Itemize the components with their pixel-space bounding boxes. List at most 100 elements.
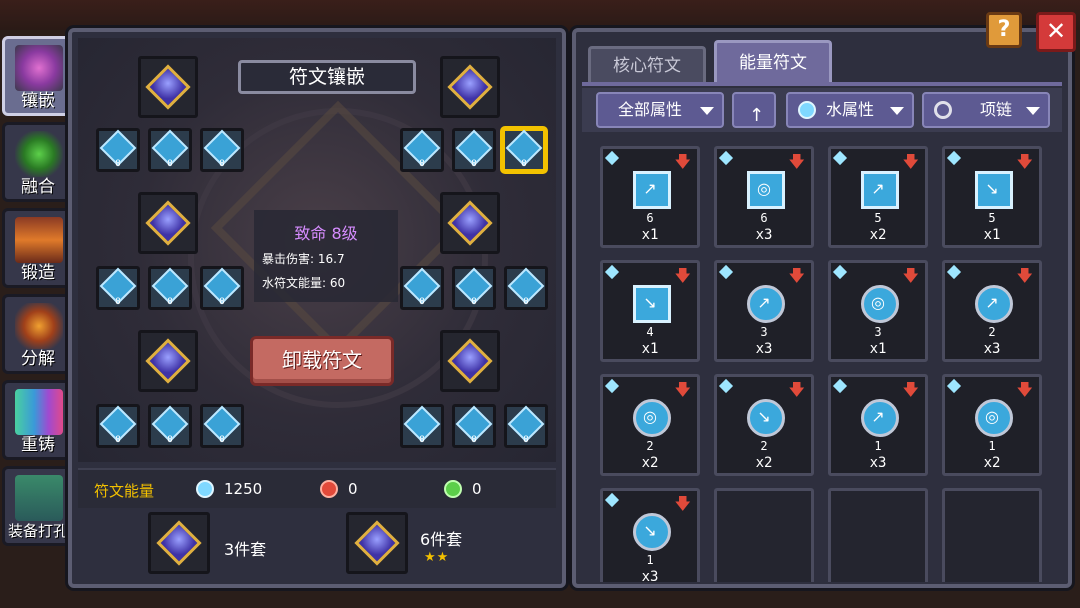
star-icon: ★★ — [424, 550, 450, 565]
forge-icon — [15, 217, 63, 263]
rune-slot[interactable]: 8 — [504, 404, 548, 448]
rune-item[interactable]: 🡇 ↘ 2 x2 — [714, 374, 814, 476]
rune-level: 8 — [115, 297, 121, 307]
nav-item-label: 装备打孔 — [7, 522, 68, 540]
close-button[interactable]: ✕ — [1036, 12, 1076, 52]
rune-stat-water-energy: 水符文能量: 60 — [262, 276, 346, 290]
nav-item-forge[interactable]: 锻造 — [2, 208, 74, 288]
rune-slot[interactable]: 8 — [400, 404, 444, 448]
arrow-down-icon: 🡇 — [1016, 266, 1033, 285]
gem-slot[interactable] — [440, 330, 500, 392]
nav-item-fusion[interactable]: 融合 — [2, 122, 74, 202]
rune-item[interactable]: 🡇 ↘ 1 x3 — [600, 488, 700, 582]
unload-rune-button[interactable]: 卸载符文 — [250, 336, 394, 386]
nav-item-decompose[interactable]: 分解 — [2, 294, 74, 374]
rune-symbol: ◎ — [757, 179, 771, 198]
arrow-down-icon: 🡇 — [674, 266, 691, 285]
rune-item[interactable]: 🡇 ↗ 5 x2 — [828, 146, 928, 248]
gem-slot[interactable] — [440, 56, 500, 118]
water-element-icon — [604, 492, 620, 508]
fire-energy-value: 0 — [348, 480, 358, 498]
rune-item[interactable]: 🡇 ◎ 3 x1 — [828, 260, 928, 362]
rune-item[interactable]: 🡇 ↗ 2 x3 — [942, 260, 1042, 362]
rune-slot[interactable]: 8 — [148, 128, 192, 172]
rune-slot-selected[interactable]: 8 — [502, 128, 546, 172]
rune-symbol: ↗ — [643, 179, 657, 198]
rune-slot[interactable]: 8 — [200, 404, 244, 448]
gem-slot[interactable] — [440, 192, 500, 254]
inlay-title: 符文镶嵌 — [238, 60, 416, 94]
filter-bar: 全部属性 ↑ 水属性 项链 — [582, 88, 1062, 132]
empty-rune-cell — [942, 488, 1042, 582]
rune-level: 6 — [646, 211, 654, 225]
empty-rune-cell — [714, 488, 814, 582]
rune-slot[interactable]: 8 — [148, 266, 192, 310]
gem-slot[interactable] — [138, 56, 198, 118]
water-element-icon — [832, 378, 848, 394]
rune-symbol: ↘ — [985, 179, 999, 198]
rune-quantity: x1 — [983, 227, 1001, 243]
rune-slot[interactable]: 8 — [200, 266, 244, 310]
rune-slot[interactable]: 8 — [400, 128, 444, 172]
help-button[interactable]: ? — [986, 12, 1022, 48]
rune-item[interactable]: 🡇 ◎ 1 x2 — [942, 374, 1042, 476]
rune-level: 4 — [646, 325, 654, 339]
rune-symbol: ◎ — [871, 293, 885, 312]
nav-item-recast[interactable]: 重铸 — [2, 380, 74, 460]
sort-button[interactable]: ↑ — [732, 92, 776, 128]
rune-symbol: ↘ — [643, 521, 657, 540]
arrow-down-icon: 🡇 — [674, 380, 691, 399]
set-slot-3[interactable] — [148, 512, 210, 574]
rune-item[interactable]: 🡇 ◎ 6 x3 — [714, 146, 814, 248]
water-element-icon — [946, 264, 962, 280]
background-strip — [0, 0, 1080, 30]
arrow-down-icon: 🡇 — [1016, 380, 1033, 399]
rune-item[interactable]: 🡇 ↗ 6 x1 — [600, 146, 700, 248]
nav-item-label: 锻造 — [21, 263, 55, 283]
rune-info-box: 致命 8级 暴击伤害: 16.7 水符文能量: 60 — [254, 210, 398, 302]
nav-item-socket-drill[interactable]: 装备打孔 — [2, 466, 74, 546]
rune-grid: 🡇 ↗ 6 x1 🡇 ◎ 6 x3 🡇 ↗ 5 x2 🡇 ↘ 5 x1 🡇 ↘ 4 x1 🡇 ↗ 3 x3 🡇 ◎ 3 x1 🡇 ↗ 2 x3… — [582, 134, 1062, 582]
rune-slot[interactable]: 8 — [96, 128, 140, 172]
rune-slot[interactable]: 8 — [504, 266, 548, 310]
rune-item[interactable]: 🡇 ↘ 5 x1 — [942, 146, 1042, 248]
set-slot-6[interactable] — [346, 512, 408, 574]
rune-slot[interactable]: 8 — [200, 128, 244, 172]
rune-item[interactable]: 🡇 ◎ 2 x2 — [600, 374, 700, 476]
rune-slot[interactable]: 8 — [96, 404, 140, 448]
tab-energy-runes[interactable]: 能量符文 — [714, 40, 832, 86]
rune-level: 1 — [988, 439, 996, 453]
rune-level: 1 — [646, 553, 654, 567]
rune-item[interactable]: 🡇 ↘ 4 x1 — [600, 260, 700, 362]
rune-quantity: x1 — [869, 341, 887, 357]
rune-quantity: x2 — [983, 455, 1001, 471]
rune-slot[interactable]: 8 — [452, 266, 496, 310]
gem-slot[interactable] — [138, 330, 198, 392]
decompose-icon — [15, 303, 63, 349]
nav-item-inlay[interactable]: 镶嵌 — [2, 36, 74, 116]
inlay-panel: 符文镶嵌 8 8 8 8 8 8 8 8 8 8 8 8 8 8 8 8 8 8… — [68, 28, 566, 588]
rune-quantity: x1 — [641, 341, 659, 357]
rune-level: 6 — [760, 211, 768, 225]
rune-item[interactable]: 🡇 ↗ 1 x3 — [828, 374, 928, 476]
attribute-filter-label: 全部属性 — [618, 100, 683, 119]
rune-quantity: x3 — [755, 227, 773, 243]
rune-slot[interactable]: 8 — [452, 404, 496, 448]
rune-slot[interactable]: 8 — [148, 404, 192, 448]
element-filter-dropdown[interactable]: 水属性 — [786, 92, 914, 128]
rune-slot[interactable]: 8 — [96, 266, 140, 310]
rune-symbol: ↘ — [757, 407, 771, 426]
tab-core-runes[interactable]: 核心符文 — [588, 46, 706, 86]
rune-slot[interactable]: 8 — [452, 128, 496, 172]
attribute-filter-dropdown[interactable]: 全部属性 — [596, 92, 724, 128]
rune-symbol: ↗ — [757, 293, 771, 312]
fusion-icon — [15, 131, 63, 177]
gem-icon — [156, 520, 202, 566]
rune-slot[interactable]: 8 — [400, 266, 444, 310]
rune-item[interactable]: 🡇 ↗ 3 x3 — [714, 260, 814, 362]
slot-filter-dropdown[interactable]: 项链 — [922, 92, 1050, 128]
gem-slot[interactable] — [138, 192, 198, 254]
rune-quantity: x1 — [641, 227, 659, 243]
arrow-down-icon: 🡇 — [788, 266, 805, 285]
empty-rune-cell — [828, 488, 928, 582]
